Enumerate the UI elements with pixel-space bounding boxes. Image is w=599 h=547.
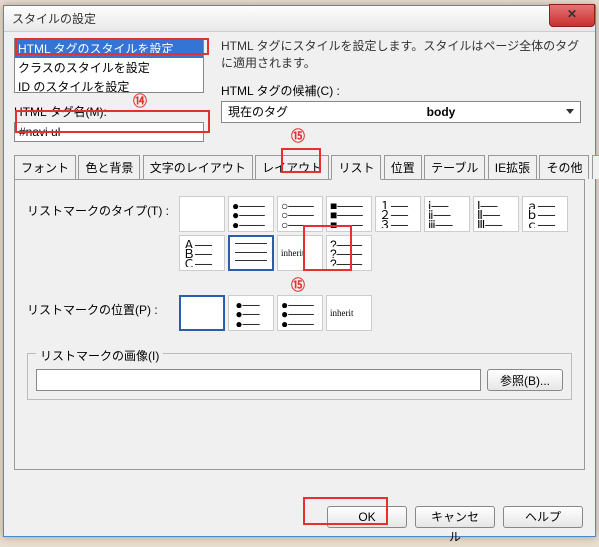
dialog-title: スタイルの設定 [12,10,96,27]
list-pos-opt-inside[interactable]: ●── ●── ●── [228,295,274,331]
close-icon: ✕ [567,7,577,21]
tab-list[interactable]: リスト [331,155,381,180]
tag-name-input[interactable] [14,122,204,142]
style-target-item-class[interactable]: クラスのスタイルを設定 [15,58,203,77]
dialog-button-row: OK キャンセル ヘルプ [327,506,583,528]
tab-help[interactable]: 説明 [592,155,599,179]
ok-button[interactable]: OK [327,506,407,528]
titlebar[interactable]: スタイルの設定 ✕ [4,6,595,32]
list-type-opt-unknown[interactable]: ?───?───?─── [326,235,372,271]
style-target-item-html-tag[interactable]: HTML タグのスタイルを設定 [15,39,203,58]
list-type-opt-none[interactable] [179,196,225,232]
list-type-opt-upper-roman[interactable]: Ⅰ──Ⅱ──Ⅲ── [473,196,519,232]
list-type-opt-disc[interactable]: ●───●───●─── [228,196,274,232]
tag-candidates-dropdown[interactable]: 現在のタグ body [221,101,581,123]
list-mark-type-label: リストマークのタイプ(T) : [27,194,177,273]
browse-button[interactable]: 参照(B)... [487,369,563,391]
tab-color-bg[interactable]: 色と背景 [78,155,140,179]
style-target-listbox[interactable]: HTML タグのスタイルを設定 クラスのスタイルを設定 ID のスタイルを設定 [14,38,204,93]
list-mark-image-input[interactable] [36,369,481,391]
list-type-opt-square[interactable]: ■───■───■─── [326,196,372,232]
dropdown-prefix: 現在のタグ [228,103,308,120]
style-settings-dialog: スタイルの設定 ✕ HTML タグのスタイルを設定 クラスのスタイルを設定 ID… [3,5,596,537]
tab-strip: フォント 色と背景 文字のレイアウト レイアウト リスト 位置 テーブル IE拡… [14,154,585,180]
close-button[interactable]: ✕ [549,4,595,27]
list-mark-type-grid: ●───●───●─── ○───○───○─── ■───■───■─── １… [177,194,572,273]
list-mark-image-fieldset: リストマークの画像(I) 参照(B)... [27,353,572,400]
tab-layout[interactable]: レイアウト [255,155,329,179]
tag-name-label: HTML タグ名(M): [14,103,209,120]
chevron-down-icon [566,109,574,114]
list-mark-position-label: リストマークの位置(P) : [27,293,177,333]
list-pos-opt-inherit[interactable]: inherit [326,295,372,331]
help-button[interactable]: ヘルプ [503,506,583,528]
list-type-opt-lower-alpha[interactable]: ａ──ｂ──ｃ── [522,196,568,232]
list-type-opt-lower-roman[interactable]: ⅰ──ⅱ──ⅲ── [424,196,470,232]
list-type-opt-upper-alpha[interactable]: Ａ──Ｂ──Ｃ── [179,235,225,271]
list-type-opt-decimal[interactable]: １──２──３── [375,196,421,232]
list-type-opt-inherit[interactable]: inherit [277,235,323,271]
tab-text-layout[interactable]: 文字のレイアウト [143,155,253,179]
dropdown-value: body [308,105,574,119]
list-type-opt-circle[interactable]: ○───○───○─── [277,196,323,232]
list-mark-position-grid: ●── ●── ●── ●───●───●─── inherit [177,293,572,333]
cancel-button[interactable]: キャンセル [415,506,495,528]
tab-ie-ext[interactable]: IE拡張 [488,155,537,179]
style-target-item-id[interactable]: ID のスタイルを設定 [15,77,203,96]
tab-position[interactable]: 位置 [384,155,422,179]
tab-font[interactable]: フォント [14,155,76,179]
list-mark-image-label: リストマークの画像(I) [36,347,163,364]
list-pos-opt-none[interactable] [179,295,225,331]
tab-other[interactable]: その他 [539,155,589,179]
list-pos-opt-outside[interactable]: ●───●───●─── [277,295,323,331]
tab-table[interactable]: テーブル [424,155,485,179]
list-type-opt-lines[interactable] [228,235,274,271]
tag-candidates-label: HTML タグの候補(C) : [221,82,585,99]
description-text: HTML タグにスタイルを設定します。スタイルはページ全体のタグに適用されます。 [221,38,585,72]
list-tab-panel: リストマークのタイプ(T) : ●───●───●─── ○───○───○──… [14,180,585,470]
